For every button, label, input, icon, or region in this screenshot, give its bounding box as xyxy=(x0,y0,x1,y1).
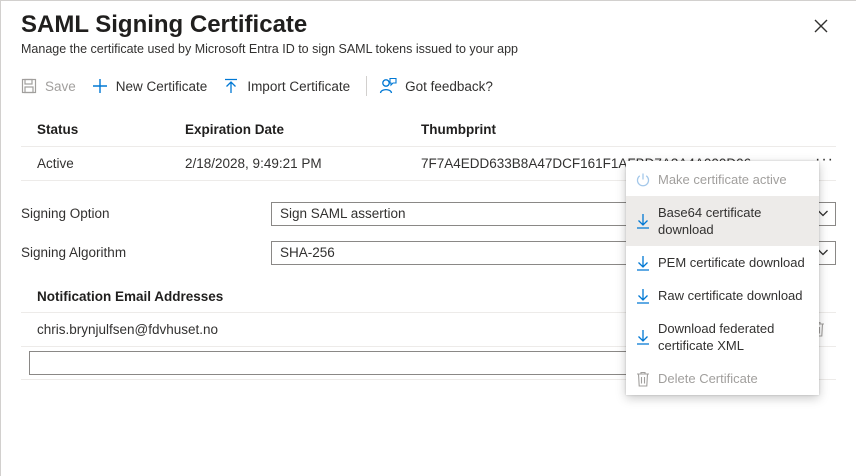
close-icon xyxy=(814,19,828,33)
certificate-status: Active xyxy=(37,156,74,171)
trash-icon xyxy=(635,371,651,387)
menu-item-label: Make certificate active xyxy=(658,172,787,187)
plus-icon xyxy=(92,79,107,93)
saml-certificate-panel: SAML Signing Certificate Manage the cert… xyxy=(0,0,856,476)
upload-icon xyxy=(225,78,238,93)
notification-header-label: Notification Email Addresses xyxy=(37,289,224,304)
certificate-context-menu: Make certificate active Base64 certifica… xyxy=(626,161,819,395)
toolbar: Save New Certificate Import Certificate … xyxy=(21,73,509,99)
save-label: Save xyxy=(45,78,76,94)
menu-item-label: Download federated certificate XML xyxy=(658,321,775,353)
feedback-icon xyxy=(379,77,397,94)
feedback-button[interactable]: Got feedback? xyxy=(379,73,493,99)
menu-item-label: Base64 certificate download xyxy=(658,205,762,237)
save-button[interactable]: Save xyxy=(21,73,76,99)
download-icon xyxy=(635,288,651,304)
new-certificate-button[interactable]: New Certificate xyxy=(92,73,208,99)
import-certificate-button[interactable]: Import Certificate xyxy=(223,73,350,99)
page-title: SAML Signing Certificate xyxy=(21,11,308,38)
new-certificate-label: New Certificate xyxy=(115,78,208,94)
menu-item-label: Raw certificate download xyxy=(658,288,803,303)
menu-item-federated-xml-download[interactable]: Download federated certificate XML xyxy=(626,312,819,362)
save-icon xyxy=(21,78,37,94)
download-icon xyxy=(635,329,651,345)
menu-item-label: PEM certificate download xyxy=(658,255,805,270)
page-subtitle: Manage the certificate used by Microsoft… xyxy=(21,42,519,56)
notification-email: chris.brynjulfsen@fdvhuset.no xyxy=(37,322,219,337)
signing-algorithm-value: SHA-256 xyxy=(280,245,335,260)
feedback-label: Got feedback? xyxy=(405,78,493,94)
certificate-expiration: 2/18/2028, 9:49:21 PM xyxy=(185,156,322,171)
signing-option-label: Signing Option xyxy=(21,206,110,221)
menu-item-raw-download[interactable]: Raw certificate download xyxy=(626,279,819,312)
toolbar-divider xyxy=(366,76,368,96)
email-input[interactable] xyxy=(29,351,629,375)
menu-item-make-active[interactable]: Make certificate active xyxy=(626,163,819,196)
import-certificate-label: Import Certificate xyxy=(247,78,351,94)
table-header-row: Status Expiration Date Thumbprint xyxy=(21,113,836,147)
signing-algorithm-label: Signing Algorithm xyxy=(21,245,127,260)
download-icon xyxy=(635,213,651,229)
signing-option-value: Sign SAML assertion xyxy=(280,206,406,221)
power-icon xyxy=(635,172,651,188)
column-header-status: Status xyxy=(37,122,79,137)
download-icon xyxy=(635,255,651,271)
column-header-thumbprint: Thumbprint xyxy=(421,122,496,137)
menu-item-label: Delete Certificate xyxy=(658,371,758,386)
menu-item-pem-download[interactable]: PEM certificate download xyxy=(626,246,819,279)
menu-item-base64-download[interactable]: Base64 certificate download xyxy=(626,196,819,246)
menu-item-delete-certificate[interactable]: Delete Certificate xyxy=(626,362,819,395)
close-button[interactable] xyxy=(810,15,832,37)
column-header-expiration: Expiration Date xyxy=(185,122,285,137)
